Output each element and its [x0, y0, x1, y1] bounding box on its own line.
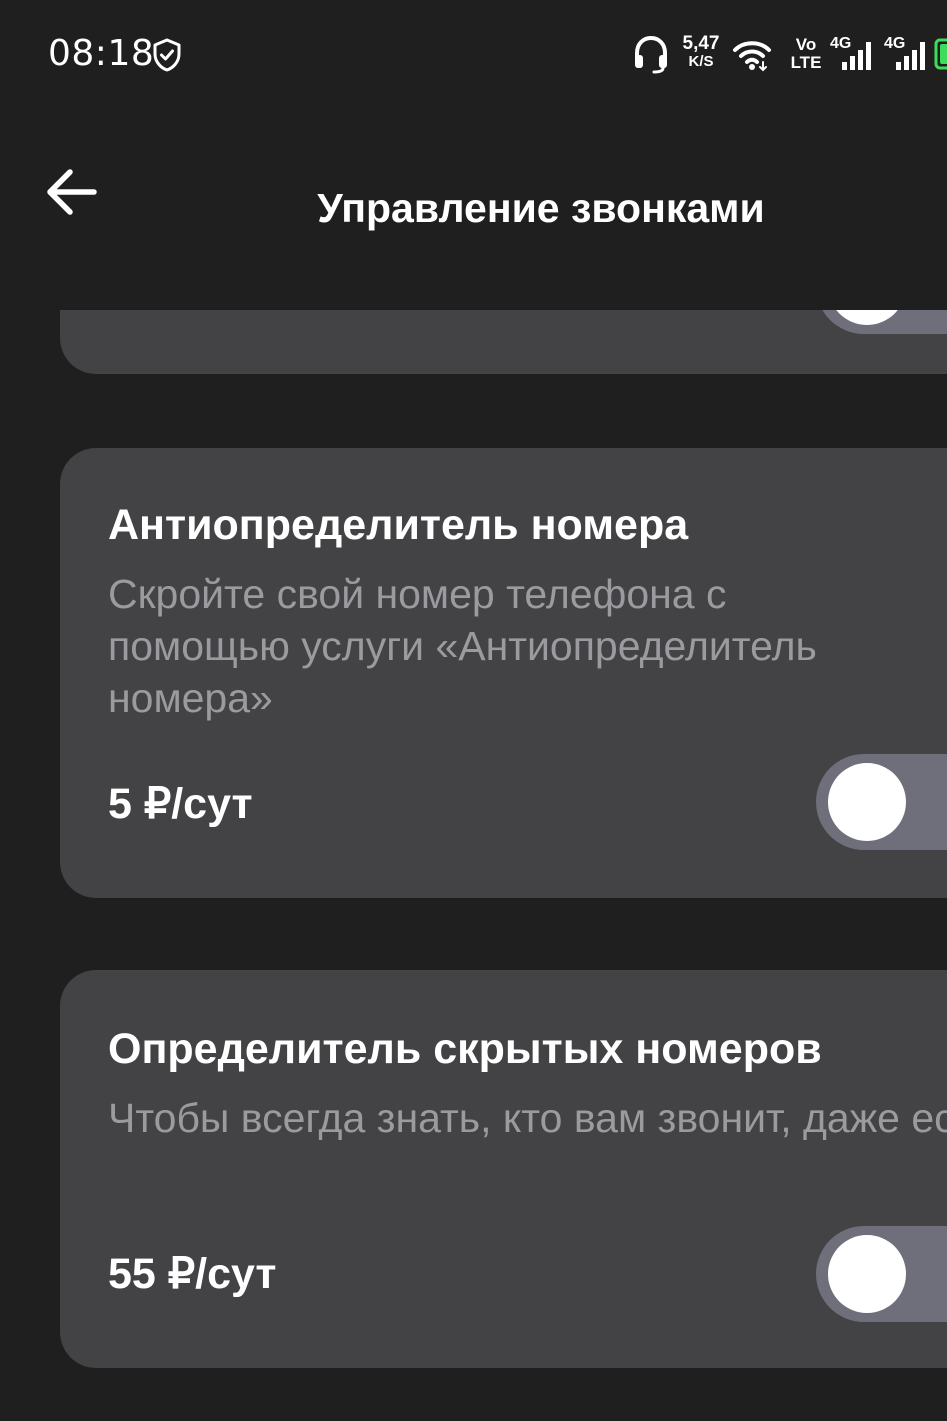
- service-price: 5 ₽/сут: [108, 780, 253, 828]
- service-title: Определитель скрытых номеров: [108, 1025, 822, 1073]
- service-card-caller-id-block: Антиопределитель номера Скройте свой ном…: [60, 448, 947, 898]
- status-time: 08:18: [48, 33, 155, 74]
- signal-icon: [896, 42, 925, 70]
- volte-bottom: LTE: [790, 53, 822, 72]
- page-title: Управление звонками: [317, 185, 765, 231]
- service-title: Антиопределитель номера: [108, 501, 689, 549]
- service-toggle[interactable]: [816, 310, 947, 334]
- signal-sim1: 4G: [830, 36, 876, 72]
- service-toggle-hidden-number-identifier[interactable]: [816, 1226, 947, 1322]
- app-bar: Управление звонками: [0, 110, 947, 310]
- service-description: Чтобы всегда знать, кто вам звонит, даже…: [108, 1095, 947, 1141]
- toggle-knob: [828, 1235, 906, 1313]
- headset-icon: [635, 35, 667, 74]
- shield-icon: [153, 38, 181, 72]
- battery-icon: [934, 38, 947, 70]
- status-bar: 08:18 5,47 K/S Vo LTE 4G 4G: [0, 0, 947, 110]
- service-toggle-caller-id-block[interactable]: [816, 754, 947, 850]
- toggle-knob: [828, 310, 906, 325]
- service-card-hidden-number-identifier: Определитель скрытых номеров Чтобы всегд…: [60, 970, 947, 1368]
- wifi-icon: [733, 41, 771, 72]
- volte-indicator: Vo LTE: [788, 36, 824, 72]
- service-description: Скройте свой номер телефона с помощью ус…: [108, 571, 817, 721]
- services-list[interactable]: Антиопределитель номера Скройте свой ном…: [0, 310, 947, 1421]
- toggle-knob: [828, 763, 906, 841]
- signal-sim2: 4G: [884, 36, 930, 72]
- signal-icon: [842, 42, 871, 70]
- network-speed-unit: K/S: [688, 53, 714, 70]
- service-card-previous: [60, 310, 947, 374]
- service-price: 55 ₽/сут: [108, 1250, 277, 1298]
- network-speed: 5,47 K/S: [676, 34, 726, 70]
- volte-top: Vo: [795, 35, 817, 54]
- network-speed-value: 5,47: [682, 33, 720, 54]
